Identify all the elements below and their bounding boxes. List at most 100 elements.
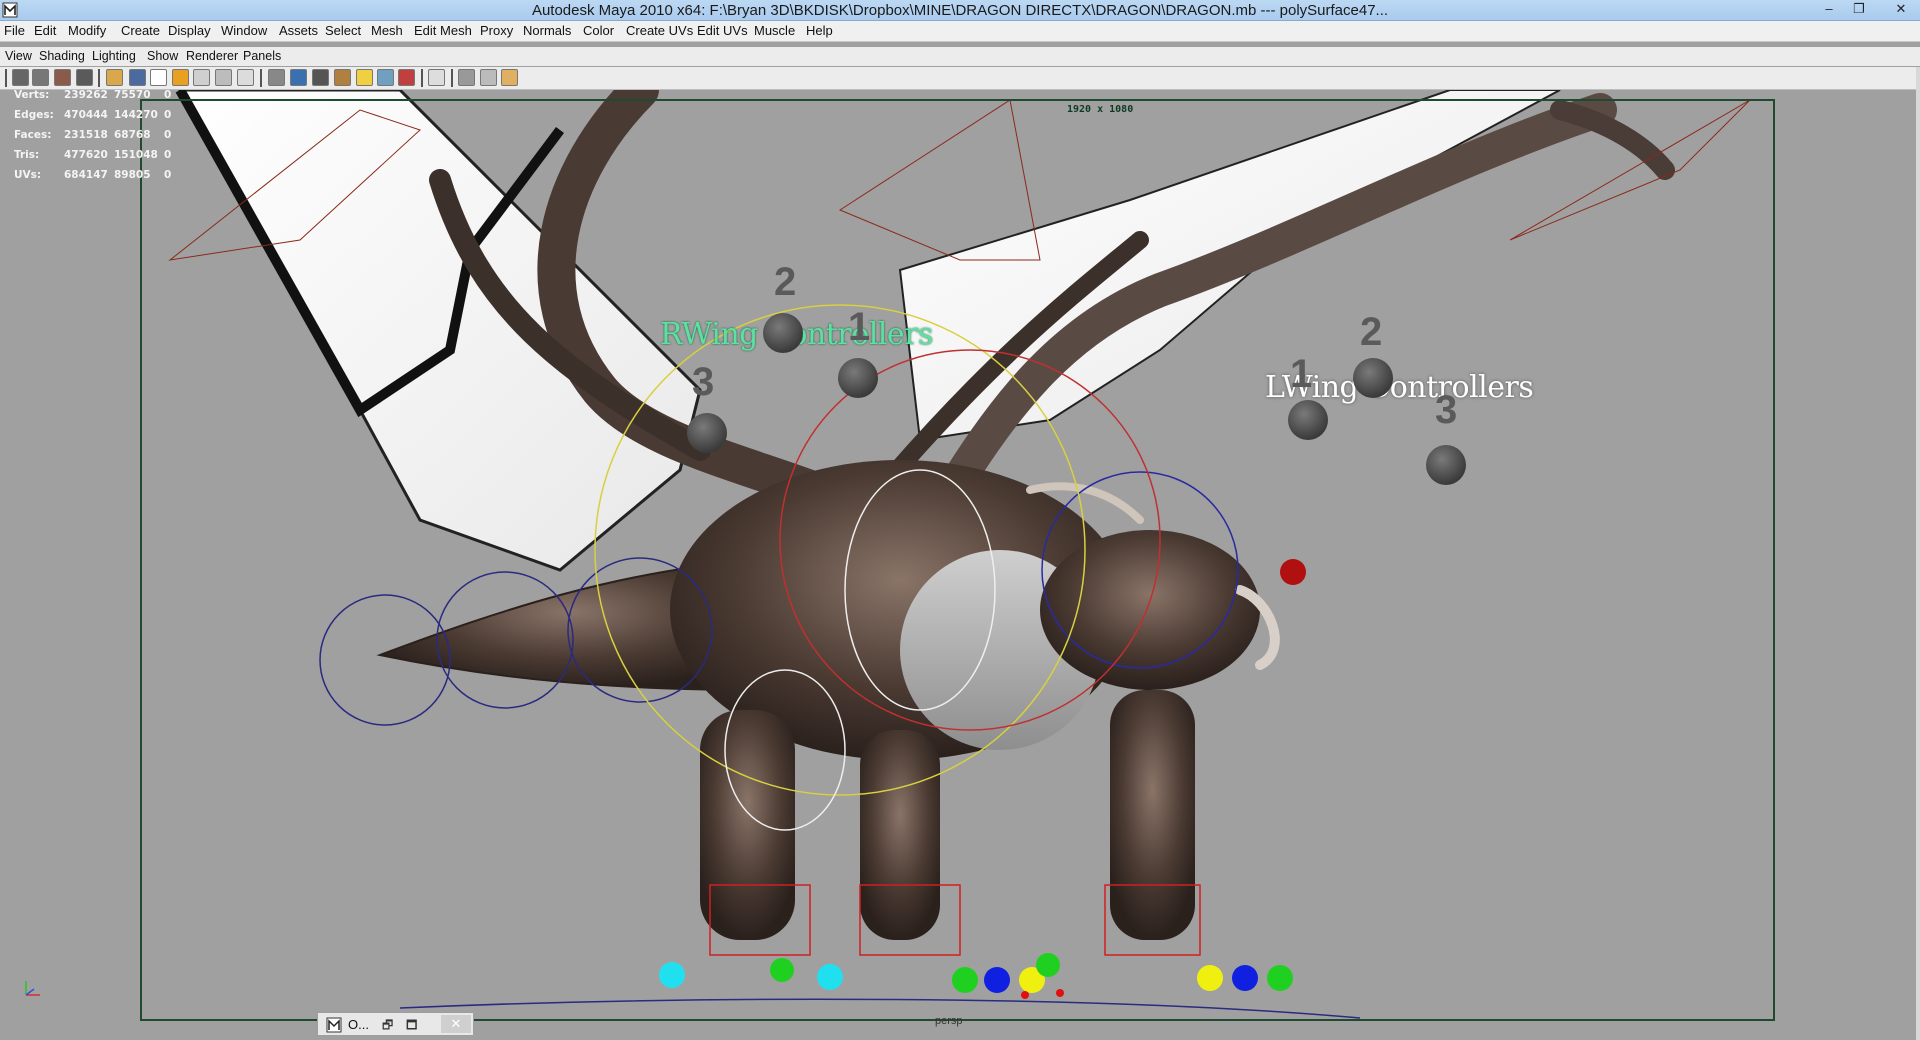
rwing-number-2: 2 — [774, 260, 797, 304]
rwing-controller-3[interactable] — [687, 413, 727, 453]
shadows-icon[interactable] — [377, 69, 394, 86]
menu-edit-mesh[interactable]: Edit Mesh — [414, 23, 472, 38]
smooth-shade-icon[interactable] — [290, 69, 307, 86]
lwing-number-3: 3 — [1435, 388, 1458, 432]
select-camera-icon[interactable] — [12, 69, 29, 86]
maximize-button[interactable]: ❐ — [1844, 0, 1874, 18]
grid-icon[interactable] — [106, 69, 123, 86]
rwing-number-1: 1 — [848, 305, 871, 349]
menu-edit-uvs[interactable]: Edit UVs — [697, 23, 748, 38]
grease-pencil-icon[interactable] — [480, 69, 497, 86]
safe-action-icon[interactable] — [215, 69, 232, 86]
lwing-number-1: 1 — [1290, 352, 1313, 396]
xray-icon[interactable] — [398, 69, 415, 86]
hud-row-tris: Tris: 477620 151048 0 — [14, 146, 184, 166]
image-plane-icon[interactable] — [76, 69, 93, 86]
right-edge-scrollbar[interactable] — [1916, 67, 1920, 1040]
camera-attributes-icon[interactable] — [32, 69, 49, 86]
menu-select[interactable]: Select — [325, 23, 361, 38]
view-axis-icon — [25, 981, 40, 996]
hud-value: 68768 — [114, 129, 151, 141]
rwing-controller-1[interactable] — [838, 358, 878, 398]
hud-value: 477620 — [64, 149, 108, 161]
hud-label: Faces: — [14, 129, 52, 141]
minimized-window-label: O... — [348, 1017, 369, 1032]
panel-menubar: View Shading Lighting Show Renderer Pane… — [0, 47, 1920, 66]
isolate-select-icon[interactable] — [428, 69, 445, 86]
rwing-number-3: 3 — [692, 360, 715, 404]
maya-window-icon — [326, 1017, 342, 1033]
hud-value: 75570 — [114, 90, 151, 101]
menu-display[interactable]: Display — [168, 23, 211, 38]
hud-value: 89805 — [114, 169, 151, 181]
hud-value: 0 — [164, 129, 172, 141]
menu-normals[interactable]: Normals — [523, 23, 571, 38]
camera-name-label: persp — [935, 1015, 963, 1027]
menu-mesh[interactable]: Mesh — [371, 23, 403, 38]
lwing-controller-1[interactable] — [1288, 400, 1328, 440]
hud-value: 684147 — [64, 169, 108, 181]
menu-assets[interactable]: Assets — [279, 23, 318, 38]
resolution-label: 1920 x 1080 — [1067, 104, 1134, 115]
wireframe-icon[interactable] — [268, 69, 285, 86]
safe-title-icon[interactable] — [237, 69, 254, 86]
hud-row-uvs: UVs: 684147 89805 0 — [14, 166, 184, 186]
menu-edit[interactable]: Edit — [34, 23, 56, 38]
menu-help[interactable]: Help — [806, 23, 833, 38]
menu-window[interactable]: Window — [221, 23, 267, 38]
bookmark-icon[interactable] — [54, 69, 71, 86]
hud-row-verts: Verts: 239262 75570 0 — [14, 90, 184, 106]
panel-menu-shading[interactable]: Shading — [39, 49, 85, 63]
lwing-controller-3[interactable] — [1426, 445, 1466, 485]
panel-menu-lighting[interactable]: Lighting — [92, 49, 136, 63]
hud-value: 0 — [164, 149, 172, 161]
hud-row-edges: Edges: 470444 144270 0 — [14, 106, 184, 126]
panel-toolbar — [0, 67, 1920, 90]
hud-value: 151048 — [114, 149, 158, 161]
hud-icon[interactable] — [458, 69, 475, 86]
menu-create-uvs[interactable]: Create UVs — [626, 23, 693, 38]
hud-value: 231518 — [64, 129, 108, 141]
hud-value: 0 — [164, 90, 172, 101]
hud-value: 239262 — [64, 90, 108, 101]
rwing-controller-2[interactable] — [763, 313, 803, 353]
menu-muscle[interactable]: Muscle — [754, 23, 795, 38]
panel-menu-show[interactable]: Show — [147, 49, 178, 63]
film-gate-icon[interactable] — [129, 69, 146, 86]
close-icon[interactable]: ✕ — [441, 1015, 471, 1033]
poly-count-hud: Verts: 239262 75570 0 Edges: 470444 1442… — [14, 90, 184, 186]
toolbar-separator — [260, 69, 262, 87]
menu-modify[interactable]: Modify — [68, 23, 106, 38]
resolution-gate: 1920 x 1080 — [140, 99, 1775, 1021]
close-button[interactable]: ✕ — [1886, 0, 1916, 18]
main-menubar: File Edit Modify Create Display Window A… — [0, 21, 1920, 42]
minimized-window[interactable]: O... 🗗 🗖 ✕ — [317, 1012, 474, 1036]
menu-color[interactable]: Color — [583, 23, 614, 38]
maximize-icon[interactable]: 🗖 — [406, 1016, 417, 1037]
toolbar-separator — [98, 69, 100, 87]
hud-row-faces: Faces: 231518 68768 0 — [14, 126, 184, 146]
textured-icon[interactable] — [334, 69, 351, 86]
hud-label: UVs: — [14, 169, 42, 181]
menu-file[interactable]: File — [4, 23, 25, 38]
hud-value: 144270 — [114, 109, 158, 121]
panel-menu-panels[interactable]: Panels — [243, 49, 281, 63]
gate-mask-icon[interactable] — [172, 69, 189, 86]
toolbar-separator — [421, 69, 423, 87]
skeleton-icon[interactable] — [501, 69, 518, 86]
minimize-button[interactable]: – — [1814, 0, 1844, 18]
persp-viewport[interactable]: 1920 x 1080 persp Verts: 239262 75570 0 … — [0, 90, 1915, 1040]
menu-create[interactable]: Create — [121, 23, 160, 38]
hud-label: Tris: — [14, 149, 40, 161]
lights-icon[interactable] — [356, 69, 373, 86]
menu-proxy[interactable]: Proxy — [480, 23, 513, 38]
hud-value: 470444 — [64, 109, 108, 121]
wireframe-on-shaded-icon[interactable] — [312, 69, 329, 86]
lwing-controller-2[interactable] — [1353, 358, 1393, 398]
resolution-gate-icon[interactable] — [150, 69, 167, 86]
panel-menu-view[interactable]: View — [5, 49, 32, 63]
restore-icon[interactable]: 🗗 — [382, 1016, 393, 1037]
panel-menu-renderer[interactable]: Renderer — [186, 49, 238, 63]
field-chart-icon[interactable] — [193, 69, 210, 86]
window-title: Autodesk Maya 2010 x64: F:\Bryan 3D\BKDI… — [531, 2, 1389, 19]
